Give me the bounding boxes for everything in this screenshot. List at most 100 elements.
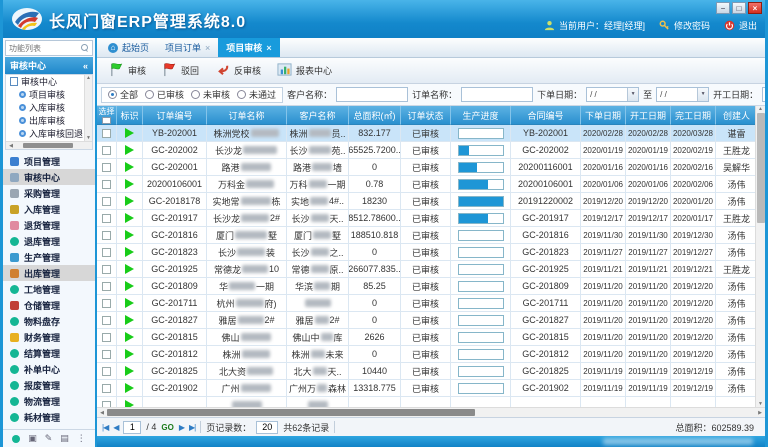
- sidebar-item-补单中心[interactable]: 补单中心: [3, 361, 95, 377]
- first-page-button[interactable]: |◀: [102, 423, 108, 432]
- row-checkbox[interactable]: [102, 316, 111, 325]
- column-header-开工日期[interactable]: 开工日期: [626, 106, 671, 125]
- tree-item-入库审核[interactable]: 入库审核: [6, 101, 92, 114]
- row-checkbox[interactable]: [102, 231, 111, 240]
- column-header-订单名称[interactable]: 订单名称: [207, 106, 287, 125]
- horizontal-scrollbar[interactable]: ◀ ▶: [97, 407, 765, 417]
- table-row[interactable]: 20200106001万科金万科一期0.78已审核202001060012020…: [97, 176, 755, 193]
- table-row[interactable]: GC-201823长沙装长沙之..0已审核GC-2018232019/11/27…: [97, 244, 755, 261]
- sidebar-item-退库管理[interactable]: 退库管理: [3, 233, 95, 249]
- table-row[interactable]: GC-201902广州广州万森林13318.775已审核GC-201902201…: [97, 380, 755, 397]
- row-checkbox[interactable]: [102, 367, 111, 376]
- 审核-button[interactable]: 审核: [102, 60, 153, 81]
- inventory-dot-icon[interactable]: [12, 435, 20, 443]
- cart-icon[interactable]: ▣: [28, 433, 37, 444]
- tree-vertical-scrollbar[interactable]: ▲▼: [84, 75, 92, 141]
- column-header-合同编号[interactable]: 合同编号: [511, 106, 581, 125]
- logout-button[interactable]: 退出: [724, 19, 757, 32]
- tab-项目订单[interactable]: 项目订单×: [157, 38, 218, 57]
- order-date-from-picker[interactable]: / /▼: [586, 87, 639, 102]
- table-row[interactable]: GC-201827雅居2#雅居2#0已审核GC-2018272019/11/20…: [97, 312, 755, 329]
- column-header-下单日期[interactable]: 下单日期: [581, 106, 626, 125]
- 报表中心-button[interactable]: 报表中心: [270, 60, 339, 81]
- column-header-选择[interactable]: 选择: [97, 106, 117, 125]
- row-checkbox[interactable]: [102, 129, 111, 138]
- row-checkbox[interactable]: [102, 180, 111, 189]
- radio-未审核[interactable]: 未审核: [191, 88, 230, 101]
- go-button[interactable]: GO: [161, 423, 173, 432]
- tab-close-icon[interactable]: ×: [205, 43, 210, 53]
- row-checkbox[interactable]: [102, 350, 111, 359]
- table-row[interactable]: GC-201812株洲株洲未来0已审核GC-2018122019/11/2020…: [97, 346, 755, 363]
- row-checkbox[interactable]: [102, 282, 111, 291]
- table-row[interactable]: [97, 397, 755, 407]
- sidebar-item-耗材管理[interactable]: 耗材管理: [3, 409, 95, 425]
- table-row[interactable]: GC-202001路港路港墙0已审核202001160012020/01/162…: [97, 159, 755, 176]
- table-row[interactable]: YB-202001株洲党校株洲员..832.177已审核YB-202001202…: [97, 125, 755, 142]
- sidebar-item-采购管理[interactable]: 采购管理: [3, 185, 95, 201]
- column-header-生产进度[interactable]: 生产进度: [451, 106, 511, 125]
- column-header-订单编号[interactable]: 订单编号: [143, 106, 207, 125]
- maximize-button[interactable]: □: [732, 2, 746, 14]
- table-row[interactable]: GC-201925常德龙10常德原..266077.835..已审核GC-201…: [97, 261, 755, 278]
- close-button[interactable]: ×: [748, 2, 762, 14]
- sidebar-item-入库管理[interactable]: 入库管理: [3, 201, 95, 217]
- row-checkbox[interactable]: [102, 146, 111, 155]
- tab-项目审核[interactable]: 项目审核×: [218, 38, 279, 57]
- radio-已审核[interactable]: 已审核: [145, 88, 184, 101]
- tree-root[interactable]: 审核中心: [6, 75, 92, 88]
- prev-page-button[interactable]: ◀: [113, 423, 118, 432]
- order-name-input[interactable]: [461, 87, 533, 102]
- sidebar-item-物料盘存[interactable]: 物料盘存: [3, 313, 95, 329]
- change-password-button[interactable]: 修改密码: [659, 19, 710, 32]
- sidebar-item-报废管理[interactable]: 报废管理: [3, 377, 95, 393]
- column-header-订单状态[interactable]: 订单状态: [401, 106, 451, 125]
- sidebar-item-财务管理[interactable]: 财务管理: [3, 329, 95, 345]
- tree-item-入库审核回退[interactable]: 入库审核回退: [6, 127, 92, 140]
- table-row[interactable]: GC-201917长沙龙2#长沙天..8512.78600..已审核GC-201…: [97, 210, 755, 227]
- column-header-完工日期[interactable]: 完工日期: [671, 106, 716, 125]
- customer-name-input[interactable]: [336, 87, 408, 102]
- row-checkbox[interactable]: [102, 333, 111, 342]
- next-page-button[interactable]: ▶: [179, 423, 184, 432]
- column-header-创建人[interactable]: 创建人: [716, 106, 755, 125]
- row-checkbox[interactable]: [102, 163, 111, 172]
- more-icon[interactable]: ⋮: [77, 433, 86, 444]
- tree-item-项目审核[interactable]: 项目审核: [6, 88, 92, 101]
- row-checkbox[interactable]: [102, 265, 111, 274]
- row-checkbox[interactable]: [102, 197, 111, 206]
- page-size-input[interactable]: [256, 421, 278, 434]
- column-header-客户名称[interactable]: 客户名称: [287, 106, 349, 125]
- sidebar-item-结算管理[interactable]: 结算管理: [3, 345, 95, 361]
- table-row[interactable]: GC-201711杭州府)0已审核GC-2017112019/11/202019…: [97, 295, 755, 312]
- row-checkbox[interactable]: [102, 248, 111, 257]
- sidebar-item-审核中心[interactable]: 审核中心: [3, 169, 95, 185]
- sidebar-item-仓储管理[interactable]: 仓储管理: [3, 297, 95, 313]
- sidebar-item-项目管理[interactable]: 项目管理: [3, 153, 95, 169]
- table-row[interactable]: GC-201825北大资北大天..10440已审核GC-2018252019/1…: [97, 363, 755, 380]
- 反审核-button[interactable]: 反审核: [208, 60, 268, 81]
- row-checkbox[interactable]: [102, 214, 111, 223]
- table-row[interactable]: GC-201815佛山佛山中库2626已审核GC-2018152019/11/2…: [97, 329, 755, 346]
- collapse-icon[interactable]: «: [83, 61, 88, 71]
- tree-horizontal-scrollbar[interactable]: ◀: [6, 141, 92, 149]
- page-number-input[interactable]: [123, 421, 141, 434]
- column-header-总面积(㎡)[interactable]: 总面积(㎡): [349, 106, 401, 125]
- tab-起始页[interactable]: ⌂起始页: [100, 38, 157, 57]
- sidebar-item-工地管理[interactable]: 工地管理: [3, 281, 95, 297]
- tab-close-icon[interactable]: ×: [266, 43, 271, 53]
- radio-全部[interactable]: 全部: [108, 88, 138, 101]
- 驳回-button[interactable]: 驳回: [155, 60, 206, 81]
- last-page-button[interactable]: ▶|: [189, 423, 195, 432]
- start-date-picker[interactable]: / /▼: [762, 87, 765, 102]
- function-search-input[interactable]: [6, 44, 81, 53]
- order-date-to-picker[interactable]: / /▼: [656, 87, 709, 102]
- sidebar-item-生产管理[interactable]: 生产管理: [3, 249, 95, 265]
- table-row[interactable]: GC-201809华一期华滨期85.25已审核GC-2018092019/11/…: [97, 278, 755, 295]
- select-all-checkbox[interactable]: [102, 117, 111, 124]
- sidebar-item-出库管理[interactable]: 出库管理: [3, 265, 95, 281]
- book-icon[interactable]: ▤: [60, 433, 69, 444]
- sidebar-item-物流管理[interactable]: 物流管理: [3, 393, 95, 409]
- minimize-button[interactable]: −: [716, 2, 730, 14]
- row-checkbox[interactable]: [102, 384, 111, 393]
